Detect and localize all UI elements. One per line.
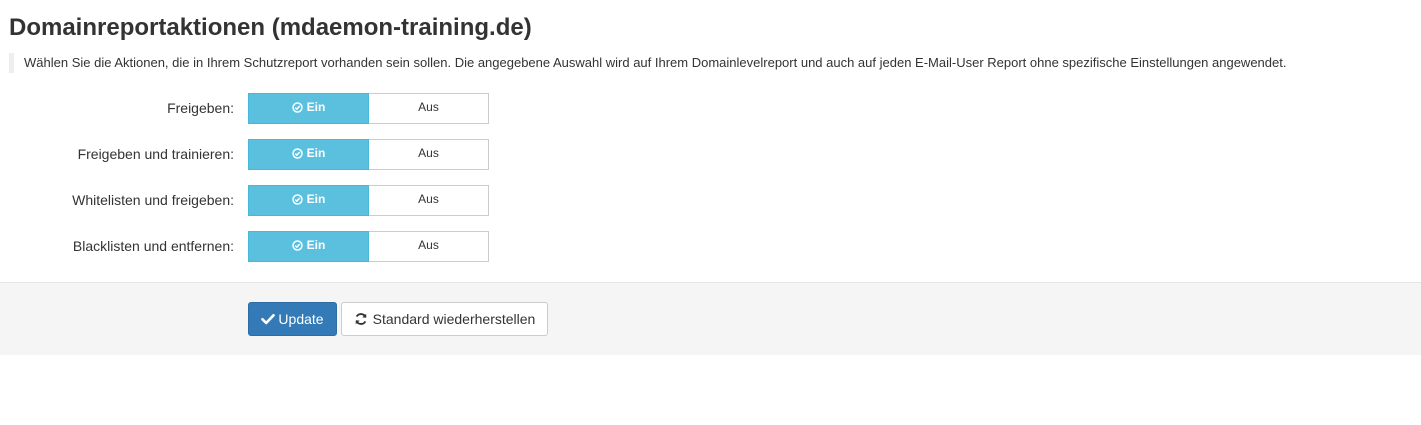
setting-row-freigeben-und-trainieren: Freigeben und trainieren: Ein Aus: [0, 139, 500, 170]
refresh-icon: [354, 312, 368, 326]
toggle-on-label: Ein: [306, 238, 326, 252]
toggle-off-button[interactable]: Aus: [369, 139, 489, 170]
check-circle-icon: [291, 147, 303, 159]
toggle-whitelisten-und-freigeben[interactable]: Ein Aus: [248, 185, 489, 216]
toggle-off-label: Aus: [418, 238, 439, 252]
toggle-on-button[interactable]: Ein: [248, 93, 369, 124]
toggle-on-button[interactable]: Ein: [248, 231, 369, 262]
toggle-off-label: Aus: [418, 146, 439, 160]
form-actions-bar: Update Standard wiederherstellen: [0, 282, 1421, 355]
restore-defaults-button[interactable]: Standard wiederherstellen: [341, 302, 548, 336]
toggle-on-button[interactable]: Ein: [248, 185, 369, 216]
restore-defaults-label: Standard wiederherstellen: [372, 311, 536, 327]
update-button-label: Update: [278, 311, 324, 327]
setting-row-blacklisten-und-entfernen: Blacklisten und entfernen: Ein Aus: [0, 231, 500, 262]
toggle-freigeben-und-trainieren[interactable]: Ein Aus: [248, 139, 489, 170]
setting-row-whitelisten-und-freigeben: Whitelisten und freigeben: Ein Aus: [0, 185, 500, 216]
page-description: Wählen Sie die Aktionen, die in Ihrem Sc…: [9, 53, 1286, 73]
setting-label: Freigeben:: [167, 100, 234, 116]
toggle-on-label: Ein: [306, 146, 326, 160]
page-title: Domainreportaktionen (mdaemon-training.d…: [9, 14, 532, 41]
toggle-off-button[interactable]: Aus: [369, 185, 489, 216]
check-circle-icon: [291, 239, 303, 251]
toggle-on-button[interactable]: Ein: [248, 139, 369, 170]
toggle-off-button[interactable]: Aus: [369, 231, 489, 262]
toggle-off-label: Aus: [418, 192, 439, 206]
check-circle-icon: [291, 193, 303, 205]
update-button[interactable]: Update: [248, 302, 337, 336]
checkmark-icon: [261, 312, 276, 326]
toggle-on-label: Ein: [306, 192, 326, 206]
toggle-freigeben[interactable]: Ein Aus: [248, 93, 489, 124]
setting-label: Blacklisten und entfernen:: [72, 238, 234, 254]
check-circle-icon: [291, 101, 303, 113]
toggle-on-label: Ein: [306, 100, 326, 114]
toggle-blacklisten-und-entfernen[interactable]: Ein Aus: [248, 231, 489, 262]
toggle-off-label: Aus: [418, 100, 439, 114]
setting-label: Freigeben und trainieren:: [77, 146, 234, 162]
setting-row-freigeben: Freigeben: Ein Aus: [0, 93, 500, 124]
toggle-off-button[interactable]: Aus: [369, 93, 489, 124]
setting-label: Whitelisten und freigeben:: [72, 192, 234, 208]
